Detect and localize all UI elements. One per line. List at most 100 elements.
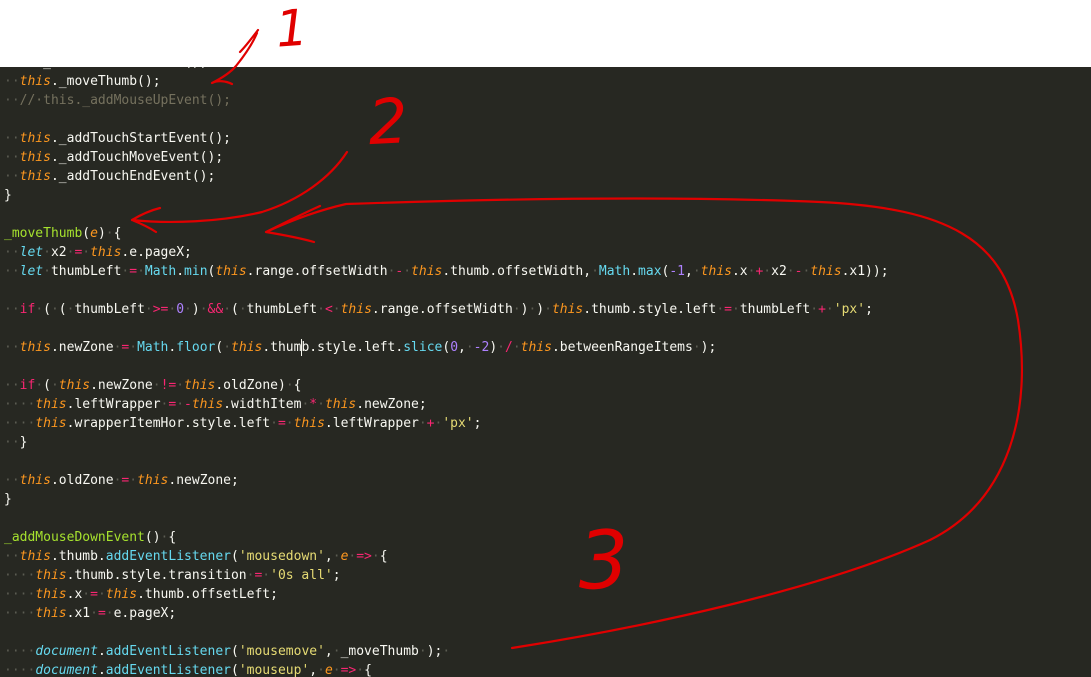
code-token: · bbox=[262, 568, 271, 583]
code-token: ._addTouchStartEvent(); bbox=[50, 131, 231, 146]
code-token: 0 bbox=[450, 340, 459, 355]
code-token: + bbox=[818, 302, 826, 317]
code-token: · bbox=[238, 302, 247, 317]
code-line: ····this.x1·=·e.pageX; bbox=[0, 604, 1091, 623]
code-token: · bbox=[512, 302, 521, 317]
code-token: .wrapperItemHor.style.left bbox=[66, 416, 271, 431]
code-token: floor bbox=[176, 340, 216, 355]
code-token: x2 bbox=[50, 245, 67, 260]
code-token: · bbox=[512, 340, 521, 355]
code-token: · bbox=[285, 378, 294, 393]
code-line: ​ bbox=[0, 623, 1091, 642]
code-token: Math bbox=[598, 264, 631, 279]
code-token: = bbox=[97, 606, 106, 621]
code-token: '0s all' bbox=[270, 568, 333, 583]
code-token: this bbox=[411, 264, 443, 279]
code-token: _addMouseDownEvent bbox=[4, 530, 145, 545]
code-token: document bbox=[35, 644, 98, 659]
code-token: Math bbox=[144, 264, 177, 279]
code-line: ··this._moveThumb(); bbox=[0, 72, 1091, 91]
code-token: => bbox=[340, 663, 357, 677]
code-token: · bbox=[50, 302, 59, 317]
code-token: .thumb.style.transition bbox=[66, 568, 247, 583]
code-token: thumbLeft bbox=[246, 302, 318, 317]
code-token: . bbox=[97, 644, 106, 659]
code-token: ( bbox=[215, 340, 224, 355]
code-line: ··this.oldZone·=·this.newZone; bbox=[0, 471, 1091, 490]
code-token: 'mousedown' bbox=[238, 549, 325, 564]
code-token: ···· bbox=[4, 663, 36, 677]
code-token: / bbox=[504, 340, 513, 355]
code-token: . bbox=[630, 264, 639, 279]
code-token: e bbox=[324, 663, 333, 677]
code-line: } bbox=[0, 186, 1091, 205]
code-lines: this._addMouseDownEvent();··this._moveTh… bbox=[0, 67, 1091, 677]
text-cursor bbox=[301, 339, 302, 356]
code-token: , bbox=[324, 644, 333, 659]
code-token: this bbox=[35, 416, 67, 431]
code-token: .e.pageX; bbox=[121, 245, 192, 260]
code-token: slice bbox=[403, 340, 443, 355]
code-token: ·· bbox=[4, 131, 20, 146]
code-token: .range.offsetWidth bbox=[371, 302, 513, 317]
annotation-label-1: 1 bbox=[274, 0, 310, 59]
code-token: ···· bbox=[4, 568, 36, 583]
code-token: .newZone; bbox=[356, 397, 427, 412]
code-token: } bbox=[4, 492, 12, 507]
code-token: if bbox=[19, 378, 36, 393]
code-token: . bbox=[97, 663, 106, 677]
code-token: · bbox=[497, 340, 505, 355]
code-token: · bbox=[810, 302, 819, 317]
code-token: ) bbox=[191, 302, 200, 317]
code-token: thumbLeft bbox=[50, 264, 122, 279]
code-editor[interactable]: this._addMouseDownEvent();··this._moveTh… bbox=[0, 67, 1091, 677]
code-line: ··this._addTouchStartEvent(); bbox=[0, 129, 1091, 148]
code-token: , bbox=[685, 264, 693, 279]
code-token: ( bbox=[231, 663, 239, 677]
code-token: ···· bbox=[4, 397, 36, 412]
code-token: .newZone bbox=[90, 378, 153, 393]
code-token: .x bbox=[731, 264, 748, 279]
code-token: this bbox=[35, 587, 67, 602]
code-token: ; bbox=[865, 302, 873, 317]
code-line: ····this.thumb.style.transition·=·'0s al… bbox=[0, 566, 1091, 585]
code-token: ···· bbox=[4, 606, 36, 621]
code-token: · bbox=[317, 663, 325, 677]
code-token: · bbox=[43, 264, 51, 279]
code-token: this bbox=[293, 416, 325, 431]
code-token: · bbox=[692, 340, 701, 355]
code-token: this bbox=[58, 378, 91, 393]
code-token: e.pageX; bbox=[113, 606, 177, 621]
code-token: · bbox=[97, 587, 106, 602]
code-token: { bbox=[113, 226, 122, 241]
code-token: ._addTouchEndEvent(); bbox=[50, 169, 216, 184]
code-token: · bbox=[285, 416, 294, 431]
code-token: let bbox=[19, 264, 44, 279]
code-token: · bbox=[144, 302, 153, 317]
code-token: · bbox=[137, 264, 145, 279]
code-token: ·· bbox=[4, 302, 20, 317]
code-token: ·· bbox=[4, 74, 20, 89]
code-token: { bbox=[168, 530, 177, 545]
code-token: ·· bbox=[4, 169, 20, 184]
code-token: · bbox=[403, 264, 412, 279]
code-token: this bbox=[19, 74, 51, 89]
code-line: _moveThumb(e)·{ bbox=[0, 224, 1091, 243]
code-token: · bbox=[184, 302, 192, 317]
code-token: · bbox=[82, 245, 91, 260]
code-token: thumbLeft bbox=[74, 302, 145, 317]
code-token: this bbox=[35, 568, 67, 583]
code-token: } bbox=[19, 435, 28, 450]
code-token: · bbox=[105, 606, 114, 621]
code-token: · bbox=[82, 587, 91, 602]
code-token: .x bbox=[66, 587, 83, 602]
code-line: ​ bbox=[0, 357, 1091, 376]
code-token: this bbox=[19, 131, 51, 146]
code-token: ·· bbox=[4, 150, 20, 165]
code-token: ( bbox=[231, 549, 239, 564]
code-token: = bbox=[724, 302, 732, 317]
code-token: .leftWrapper bbox=[66, 397, 161, 412]
code-token: .range.offsetWidth bbox=[246, 264, 388, 279]
code-token: · bbox=[129, 473, 138, 488]
code-token: this bbox=[551, 302, 584, 317]
